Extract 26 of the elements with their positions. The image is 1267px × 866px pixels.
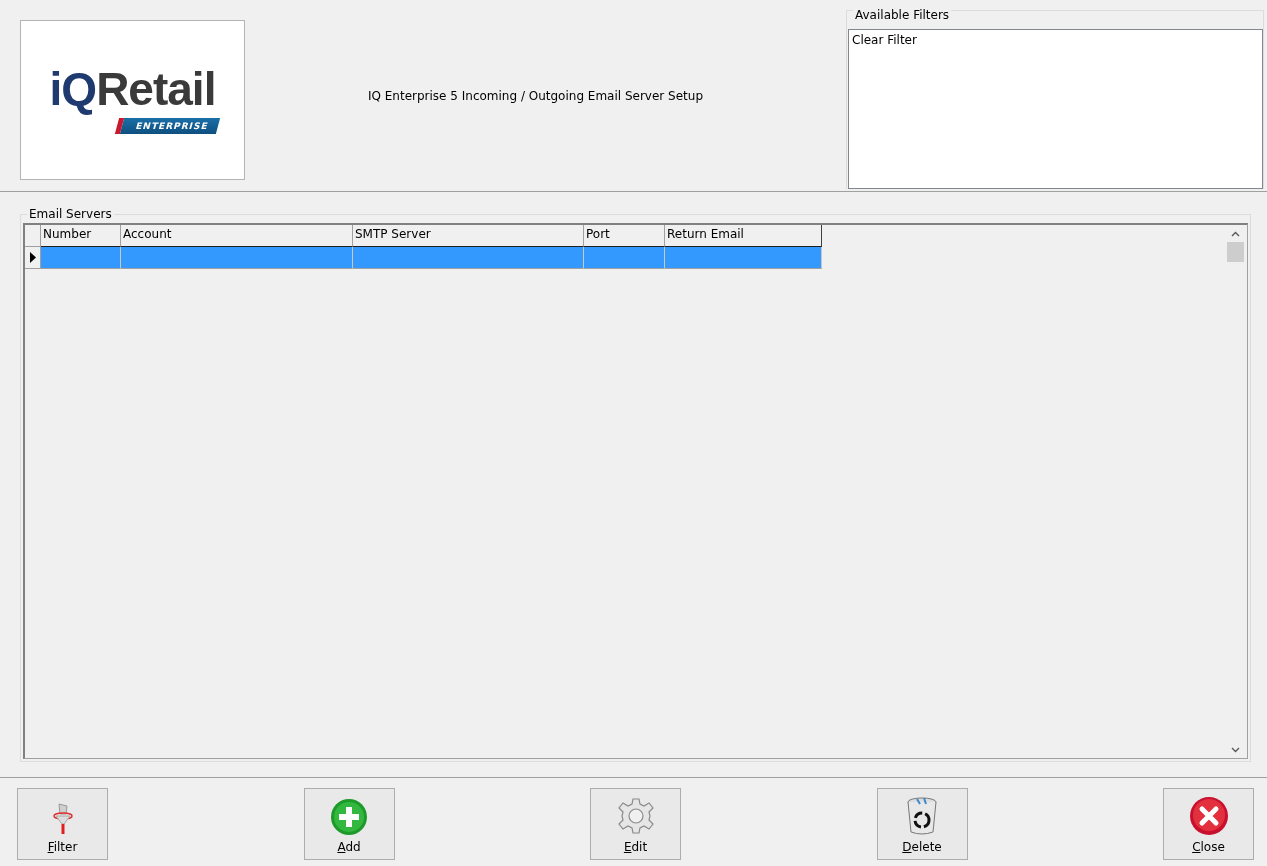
scroll-thumb[interactable] xyxy=(1227,242,1244,262)
logo-text: Retail xyxy=(96,63,216,115)
column-header[interactable]: Number xyxy=(41,225,121,247)
table-cell[interactable] xyxy=(121,247,353,269)
column-header[interactable]: Port xyxy=(584,225,665,247)
add-button[interactable]: Add xyxy=(303,788,395,860)
recycle-bin-icon xyxy=(905,796,939,836)
table-cell[interactable] xyxy=(353,247,584,269)
close-button[interactable]: Close xyxy=(1163,788,1254,860)
table-cell[interactable] xyxy=(584,247,665,269)
group-label: Email Servers xyxy=(27,207,114,221)
edit-button[interactable]: Edit xyxy=(590,788,681,860)
table-cell[interactable] xyxy=(665,247,822,269)
delete-button[interactable]: Delete xyxy=(876,788,968,860)
column-header[interactable]: Return Email xyxy=(665,225,822,247)
logo-badge: ENTERPRISE xyxy=(114,118,221,134)
close-icon xyxy=(1188,796,1229,836)
plus-icon xyxy=(330,798,368,836)
filter-item[interactable]: Clear Filter xyxy=(852,32,1259,48)
filter-button[interactable]: Filter xyxy=(17,788,108,860)
column-header[interactable]: SMTP Server xyxy=(353,225,584,247)
column-header[interactable]: Account xyxy=(121,225,353,247)
table-cell[interactable] xyxy=(41,247,121,269)
window-title: IQ Enterprise 5 Incoming / Outgoing Email Server Setup xyxy=(367,88,704,103)
group-label: Available Filters xyxy=(853,8,952,22)
logo-text: iQ xyxy=(49,63,97,115)
